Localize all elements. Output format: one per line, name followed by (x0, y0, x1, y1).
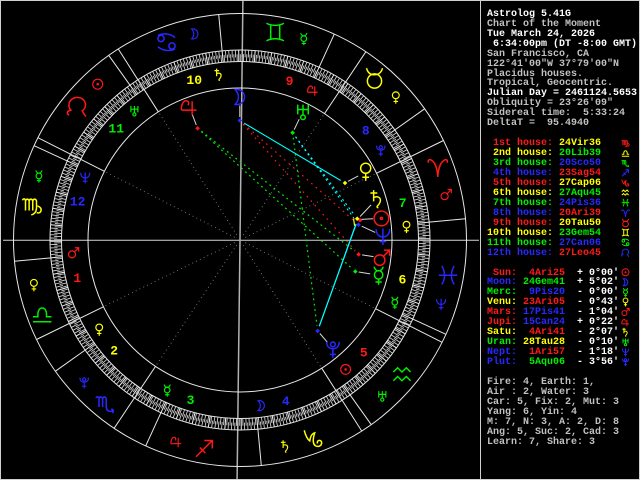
svg-text:11: 11 (108, 121, 124, 136)
svg-text:4: 4 (282, 394, 290, 409)
svg-text:3: 3 (187, 393, 195, 408)
svg-text:6: 6 (398, 272, 406, 287)
svg-text:7: 7 (399, 196, 407, 211)
svg-text:2: 2 (110, 343, 118, 358)
svg-text:9: 9 (286, 74, 294, 89)
svg-text:5: 5 (360, 346, 368, 361)
svg-text:8: 8 (362, 124, 370, 139)
svg-text:1: 1 (73, 271, 81, 286)
svg-text:10: 10 (186, 73, 202, 88)
svg-text:12: 12 (70, 195, 86, 210)
